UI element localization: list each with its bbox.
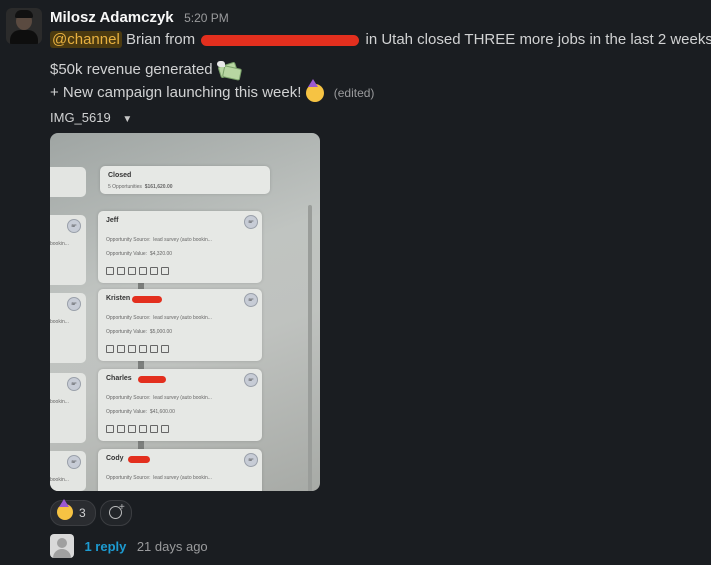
message-line-2: $50k revenue generated	[50, 61, 242, 81]
opportunity-card: Charles BF Opportunity Source: lead surv…	[98, 369, 262, 441]
card-icon-row	[106, 345, 172, 353]
avatar-badge: BF	[244, 373, 258, 387]
opportunity-card: Jeff BF Opportunity Source: lead survey …	[98, 211, 262, 283]
replier-avatar	[50, 534, 74, 558]
author-name[interactable]: Milosz Adamczyk	[50, 9, 174, 26]
message-header: Milosz Adamczyk 5:20 PM	[50, 9, 229, 27]
card-name: Kristen	[106, 295, 131, 302]
partying-face-icon	[57, 499, 73, 520]
side-card	[50, 167, 86, 197]
photo-scrollbar-right	[308, 205, 312, 491]
money-with-wings-icon	[216, 61, 242, 81]
side-card: bookin... BF	[50, 215, 86, 285]
partying-face-icon	[305, 79, 324, 103]
avatar-badge: BF	[244, 453, 258, 467]
attachment-filename[interactable]: IMG_5619 ▼	[50, 110, 132, 125]
side-card-text: bookin...	[50, 319, 69, 325]
redaction-mark	[138, 376, 166, 383]
message-timestamp[interactable]: 5:20 PM	[184, 11, 229, 25]
redaction-mark	[201, 34, 360, 46]
attachment-image[interactable]: bookin... BF bookin... BF bookin... BF b…	[50, 133, 320, 491]
side-card: bookin... BF	[50, 373, 86, 443]
reply-count-link[interactable]: 1 reply	[84, 539, 126, 554]
reaction-partying-face[interactable]: 3	[50, 499, 96, 526]
card-name: Charles	[106, 375, 132, 382]
channel-mention[interactable]: @channel	[50, 31, 122, 48]
filename-label: IMG_5619	[50, 110, 111, 125]
card-icon-row	[106, 267, 172, 275]
avatar-badge: BF	[67, 455, 81, 469]
message-text-a: Brian from	[125, 31, 196, 48]
side-card: bookin... BF	[50, 293, 86, 363]
avatar-badge: BF	[67, 219, 81, 233]
side-card-text: bookin...	[50, 241, 69, 247]
closed-card: Closed 5 Opportunities $161,620.00	[100, 166, 270, 194]
closed-title: Closed	[108, 172, 132, 179]
card-name: Cody	[106, 455, 124, 462]
reaction-count: 3	[79, 506, 86, 520]
avatar-badge: BF	[67, 377, 81, 391]
avatar-badge: BF	[67, 297, 81, 311]
avatar-badge: BF	[244, 293, 258, 307]
revenue-text: $50k revenue generated	[50, 61, 213, 78]
redaction-mark	[128, 456, 150, 463]
author-avatar[interactable]	[6, 8, 42, 44]
side-card: bookin... BF	[50, 451, 86, 491]
opportunity-card: Cody BF Opportunity Source: lead survey …	[98, 449, 262, 491]
chevron-down-icon[interactable]: ▼	[122, 114, 132, 125]
redaction-mark	[132, 296, 162, 303]
side-card-text: bookin...	[50, 399, 69, 405]
opportunity-card: Kristen BF Opportunity Source: lead surv…	[98, 289, 262, 361]
message-line-1: @channel Brian from in Utah closed THREE…	[50, 31, 711, 48]
message-line-3: + New campaign launching this week! (edi…	[50, 79, 375, 103]
thread-summary[interactable]: 1 reply 21 days ago	[50, 534, 208, 558]
card-name: Jeff	[106, 217, 119, 224]
edited-label: (edited)	[333, 86, 375, 100]
add-reaction-button[interactable]: +	[100, 500, 132, 526]
side-card-text: bookin...	[50, 477, 69, 483]
avatar-badge: BF	[244, 215, 258, 229]
last-reply-time: 21 days ago	[136, 538, 208, 554]
card-icon-row	[106, 425, 172, 433]
message-text-b: in Utah closed THREE more jobs in the la…	[365, 31, 711, 48]
campaign-text: + New campaign launching this week!	[50, 84, 302, 101]
closed-subtitle: 5 Opportunities $161,620.00	[108, 184, 173, 190]
